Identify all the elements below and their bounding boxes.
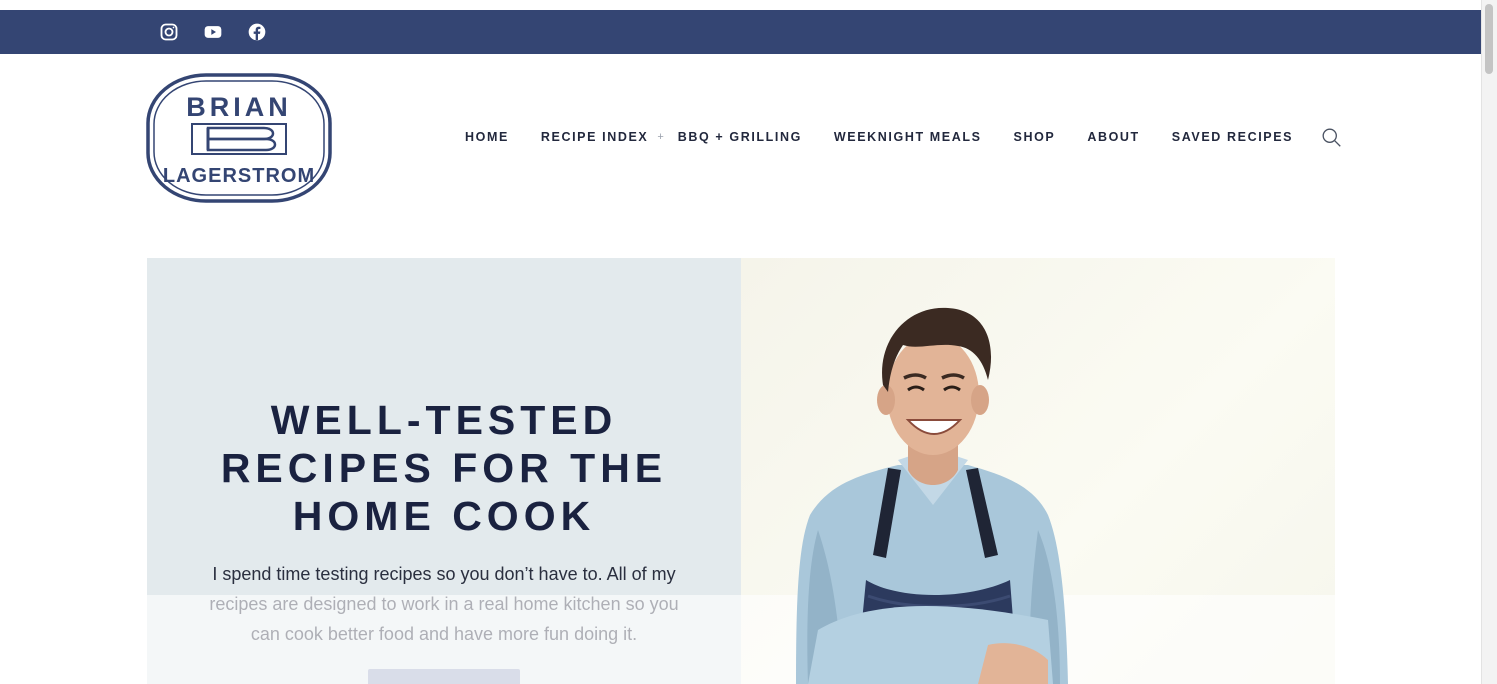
nav-home[interactable]: HOME bbox=[465, 130, 509, 144]
nav-bbq-grilling[interactable]: BBQ + GRILLING bbox=[678, 130, 802, 144]
youtube-icon[interactable] bbox=[202, 21, 224, 43]
hero-section: WELL-TESTED RECIPES FOR THE HOME COOK I … bbox=[147, 258, 1335, 684]
nav-weeknight-meals[interactable]: WEEKNIGHT MEALS bbox=[834, 130, 982, 144]
site-logo[interactable]: BRIAN LAGERSTROM bbox=[146, 72, 332, 204]
hero-title-line-1: WELL-TESTED bbox=[270, 397, 618, 443]
search-icon[interactable] bbox=[1321, 126, 1343, 148]
hero-description: I spend time testing recipes so you don’… bbox=[209, 564, 679, 644]
social-bar bbox=[0, 10, 1481, 54]
hero-title-line-3: HOME COOK bbox=[292, 493, 596, 539]
nav-shop[interactable]: SHOP bbox=[1014, 130, 1056, 144]
logo-lagerstrom-text: LAGERSTROM bbox=[163, 165, 315, 187]
scrollbar-thumb[interactable] bbox=[1485, 4, 1493, 74]
hero-title: WELL-TESTED RECIPES FOR THE HOME COOK bbox=[147, 396, 741, 540]
logo-brian-text: BRIAN bbox=[186, 92, 292, 122]
hero-cta-button[interactable] bbox=[368, 669, 520, 684]
instagram-icon[interactable] bbox=[158, 21, 180, 43]
nav-recipe-index[interactable]: RECIPE INDEX bbox=[541, 130, 648, 144]
nav-saved-recipes[interactable]: SAVED RECIPES bbox=[1172, 130, 1293, 144]
main-nav: HOME RECIPE INDEX + BBQ + GRILLING WEEKN… bbox=[465, 126, 1343, 148]
chef-photo bbox=[748, 300, 1098, 684]
page-scrollbar[interactable] bbox=[1481, 0, 1497, 684]
hero-text-panel: WELL-TESTED RECIPES FOR THE HOME COOK I … bbox=[147, 258, 741, 684]
nav-recipe-index-expand[interactable]: + bbox=[657, 131, 663, 143]
facebook-icon[interactable] bbox=[246, 21, 268, 43]
nav-about[interactable]: ABOUT bbox=[1087, 130, 1139, 144]
hero-title-line-2: RECIPES FOR THE bbox=[220, 445, 668, 491]
